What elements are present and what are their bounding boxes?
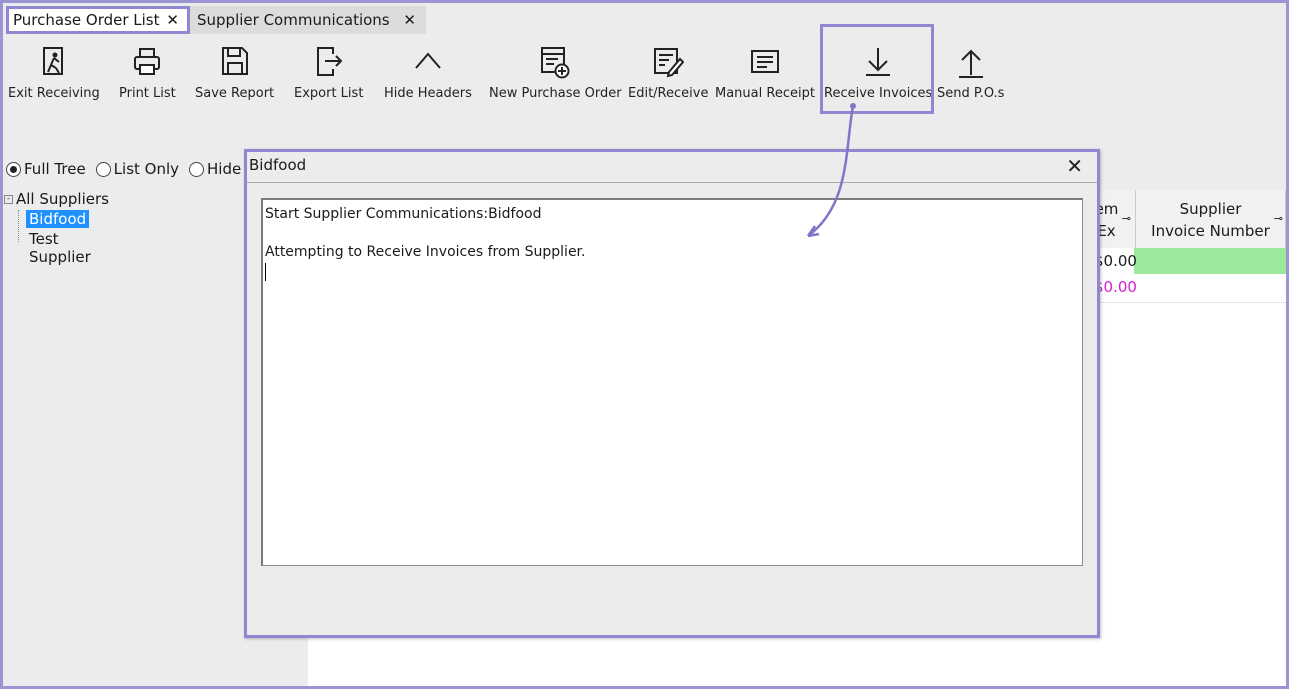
toolbar-label: New Purchase Order (489, 86, 622, 101)
amount-cell: $0.00 (1094, 278, 1137, 296)
manual-receipt-button[interactable]: Manual Receipt (715, 44, 815, 101)
hide-headers-button[interactable]: Hide Headers (384, 44, 472, 101)
column-header-supplier-invoice-number[interactable]: Supplier Invoice Number ⊸ (1136, 190, 1286, 248)
pin-icon[interactable]: ⊸ (1122, 208, 1131, 230)
radio-list-only[interactable]: List Only (95, 160, 180, 178)
radio-label: Hide (207, 160, 242, 178)
tab-label: Supplier Communications (197, 11, 390, 29)
close-icon[interactable]: ✕ (403, 11, 416, 29)
header-line2: Invoice Number (1151, 222, 1270, 240)
radio-label: List Only (113, 160, 180, 178)
receipt-icon (750, 50, 779, 73)
radio-full-tree[interactable]: Full Tree (6, 160, 86, 178)
toolbar-label: Print List (119, 86, 176, 101)
toolbar-label: Hide Headers (384, 86, 472, 101)
new-order-icon (541, 47, 570, 79)
tab-supplier-communications[interactable]: Supplier Communications ✕ (190, 6, 426, 34)
print-list-button[interactable]: Print List (119, 44, 176, 101)
edit-receive-button[interactable]: Edit/Receive (628, 44, 708, 101)
communication-log[interactable]: Start Supplier Communications:Bidfood At… (261, 198, 1083, 566)
table-cell-invoice-number[interactable] (1134, 248, 1286, 274)
save-icon (221, 47, 248, 75)
export-list-button[interactable]: Export List (294, 44, 363, 101)
log-line: Attempting to Receive Invoices from Supp… (265, 244, 586, 260)
send-pos-button[interactable]: Send P.O.s (937, 44, 1004, 101)
view-options: Full Tree List Only Hide (6, 160, 251, 178)
tree-item-bidfood[interactable]: Bidfood (26, 210, 90, 228)
toolbar-label: Manual Receipt (715, 86, 815, 101)
radio-dot[interactable] (6, 161, 21, 177)
toolbar-label: Edit/Receive (628, 86, 709, 101)
header-line1: Supplier (1179, 200, 1242, 218)
radio-dot[interactable] (189, 161, 205, 177)
upload-icon (958, 49, 983, 78)
toolbar-label: Send P.O.s (937, 86, 1005, 101)
toolbar-label: Exit Receiving (8, 86, 100, 101)
dialog-divider (247, 182, 1097, 183)
chevron-up-icon (415, 52, 441, 69)
new-purchase-order-button[interactable]: New Purchase Order (489, 44, 622, 101)
tab-label: Purchase Order List (13, 11, 160, 29)
exit-icon (42, 47, 63, 75)
radio-dot[interactable] (95, 161, 111, 177)
edit-icon (654, 48, 685, 78)
close-icon[interactable]: ✕ (1066, 154, 1083, 178)
toolbar-label: Save Report (195, 86, 275, 101)
text-cursor (265, 263, 266, 281)
log-line: Start Supplier Communications:Bidfood (265, 206, 542, 222)
exit-receiving-button[interactable]: Exit Receiving (8, 44, 100, 101)
tree-root-label: All Suppliers (16, 190, 109, 208)
supplier-tree: - All Suppliers Bidfood Test Supplier (4, 190, 109, 266)
supplier-communications-dialog: Bidfood ✕ Start Supplier Communications:… (244, 149, 1100, 638)
export-icon (316, 47, 343, 76)
toolbar-label: Export List (294, 86, 364, 101)
close-icon[interactable]: ✕ (166, 11, 179, 29)
radio-label: Full Tree (24, 160, 86, 178)
receive-invoices-highlight (820, 24, 934, 114)
tree-item-test-supplier[interactable]: Test Supplier (26, 230, 109, 266)
save-report-button[interactable]: Save Report (195, 44, 274, 101)
tree-root[interactable]: - All Suppliers (4, 190, 109, 208)
collapse-icon[interactable]: - (4, 194, 13, 204)
radio-hide[interactable]: Hide (189, 160, 241, 178)
amount-cell: $0.00 (1094, 252, 1137, 270)
dialog-title: Bidfood (249, 156, 307, 174)
pin-icon[interactable]: ⊸ (1274, 208, 1283, 230)
tab-purchase-order-list[interactable]: Purchase Order List ✕ (6, 6, 190, 34)
printer-icon (134, 48, 161, 75)
